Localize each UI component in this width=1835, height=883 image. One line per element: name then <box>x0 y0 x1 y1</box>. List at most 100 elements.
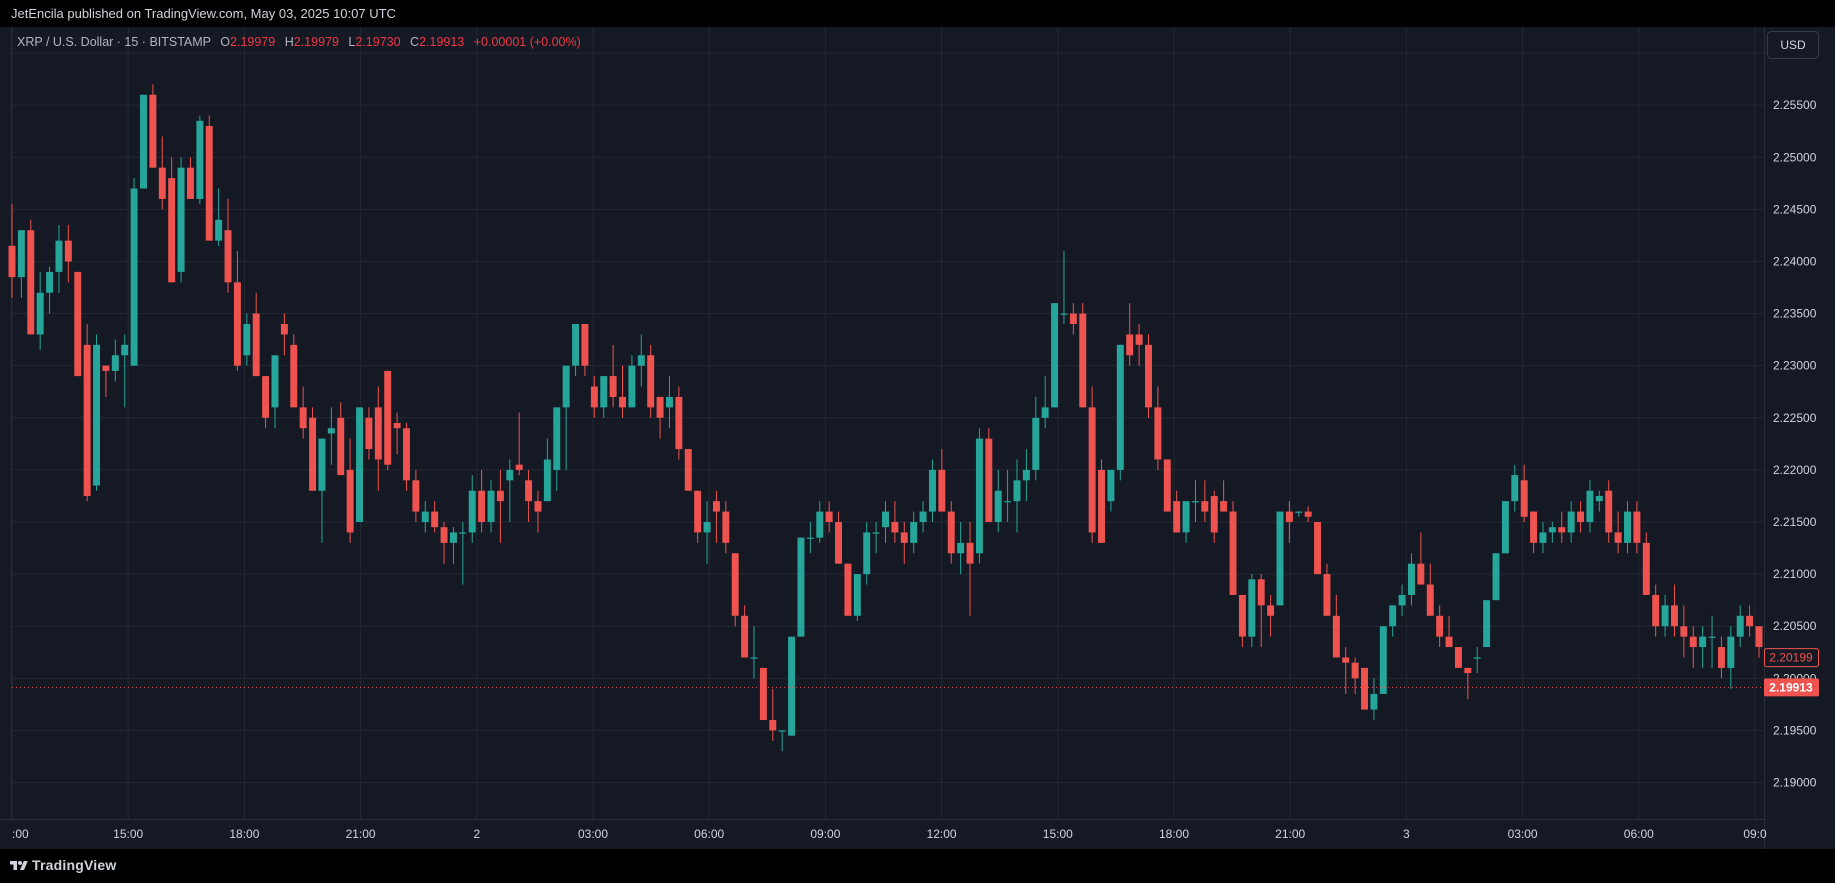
candle[interactable] <box>572 324 580 377</box>
candle[interactable] <box>168 157 176 283</box>
candle[interactable] <box>712 490 720 543</box>
candle[interactable] <box>1051 303 1059 408</box>
candle[interactable] <box>1145 334 1152 418</box>
candlestick-chart[interactable]: 2.260002.255002.250002.245002.240002.235… <box>0 27 1835 849</box>
candle[interactable] <box>985 428 993 522</box>
candle[interactable] <box>83 324 91 502</box>
candle[interactable] <box>36 271 44 351</box>
candle[interactable] <box>750 626 758 679</box>
candle[interactable] <box>1577 501 1585 533</box>
candle[interactable] <box>665 376 673 429</box>
candle[interactable] <box>891 501 899 543</box>
candle[interactable] <box>1332 594 1340 658</box>
candle[interactable] <box>468 475 476 543</box>
candle[interactable] <box>600 376 608 418</box>
candle[interactable] <box>478 469 486 533</box>
candle[interactable] <box>994 469 1002 533</box>
candle[interactable] <box>1426 563 1434 616</box>
candle[interactable] <box>64 225 72 283</box>
candle[interactable] <box>825 501 833 533</box>
candle[interactable] <box>1727 626 1735 689</box>
candle[interactable] <box>1539 522 1547 554</box>
candle[interactable] <box>1501 501 1509 554</box>
candle[interactable] <box>1483 600 1491 648</box>
candle[interactable] <box>853 574 861 621</box>
candle[interactable] <box>17 230 25 298</box>
candle[interactable] <box>496 469 504 543</box>
candle[interactable] <box>957 522 965 575</box>
candle[interactable] <box>1605 480 1613 543</box>
candle[interactable] <box>27 219 35 335</box>
candle[interactable] <box>1530 511 1538 554</box>
candle[interactable] <box>1323 563 1331 616</box>
candle[interactable] <box>694 490 702 543</box>
candle[interactable] <box>966 522 974 616</box>
candle[interactable] <box>1379 626 1387 694</box>
candle[interactable] <box>1652 584 1660 637</box>
candle[interactable] <box>1098 459 1106 543</box>
candle[interactable] <box>327 407 335 465</box>
chart-panel[interactable]: 2.260002.255002.250002.245002.240002.235… <box>0 27 1835 849</box>
candle[interactable] <box>975 428 983 564</box>
candle[interactable] <box>1699 626 1707 668</box>
time-axis[interactable]: :00 15:00 18:00 21:00 2 03:00 06:00 09:00 12:00 1… <box>12 827 1767 841</box>
candle[interactable] <box>403 423 410 491</box>
currency-button[interactable]: USD <box>1767 31 1819 59</box>
candle[interactable] <box>55 225 63 293</box>
candle[interactable] <box>346 438 354 543</box>
candle[interactable] <box>647 344 655 418</box>
candle[interactable] <box>215 188 223 246</box>
candle[interactable] <box>928 459 936 522</box>
candle[interactable] <box>393 412 401 455</box>
candle[interactable] <box>1267 594 1275 637</box>
candle[interactable] <box>1013 459 1021 533</box>
candle[interactable] <box>938 449 946 512</box>
candle[interactable] <box>947 501 955 564</box>
candle[interactable] <box>1285 501 1293 543</box>
candle[interactable] <box>74 271 82 377</box>
candle[interactable] <box>872 522 880 554</box>
candle[interactable] <box>1492 553 1500 601</box>
candle[interactable] <box>1032 396 1040 481</box>
candle[interactable] <box>619 365 626 418</box>
candle[interactable] <box>140 94 147 189</box>
candle[interactable] <box>1633 501 1641 554</box>
candle[interactable] <box>543 438 551 502</box>
candle[interactable] <box>1257 574 1265 648</box>
candle[interactable] <box>356 407 363 522</box>
candle[interactable] <box>459 522 467 585</box>
candle[interactable] <box>1670 584 1678 637</box>
candle[interactable] <box>337 402 345 476</box>
candle[interactable] <box>130 178 138 366</box>
candle[interactable] <box>1595 490 1603 512</box>
candle[interactable] <box>1361 667 1368 710</box>
candle[interactable] <box>365 407 373 460</box>
candle[interactable] <box>384 370 392 470</box>
candle[interactable] <box>1717 636 1725 679</box>
candle[interactable] <box>1746 605 1754 637</box>
candle[interactable] <box>1736 605 1744 648</box>
candle[interactable] <box>1154 386 1162 470</box>
candle[interactable] <box>1079 303 1087 408</box>
candle[interactable] <box>1708 615 1716 668</box>
candle[interactable] <box>290 334 298 408</box>
candle[interactable] <box>675 386 683 460</box>
candle[interactable] <box>1191 480 1199 522</box>
candle[interactable] <box>1511 464 1519 512</box>
candle[interactable] <box>158 136 166 210</box>
candle[interactable] <box>835 511 843 564</box>
candle[interactable] <box>1464 667 1472 700</box>
candle[interactable] <box>1454 647 1462 668</box>
candle[interactable] <box>252 292 260 377</box>
candle[interactable] <box>186 157 194 199</box>
candle[interactable] <box>1680 605 1688 658</box>
candle[interactable] <box>900 522 908 564</box>
candle[interactable] <box>1220 480 1228 512</box>
candle[interactable] <box>177 157 185 283</box>
candle[interactable] <box>722 501 730 554</box>
candle[interactable] <box>149 84 157 168</box>
candle[interactable] <box>1107 469 1115 512</box>
candle[interactable] <box>412 469 420 522</box>
candle[interactable] <box>1398 584 1406 616</box>
candle[interactable] <box>1445 615 1453 648</box>
